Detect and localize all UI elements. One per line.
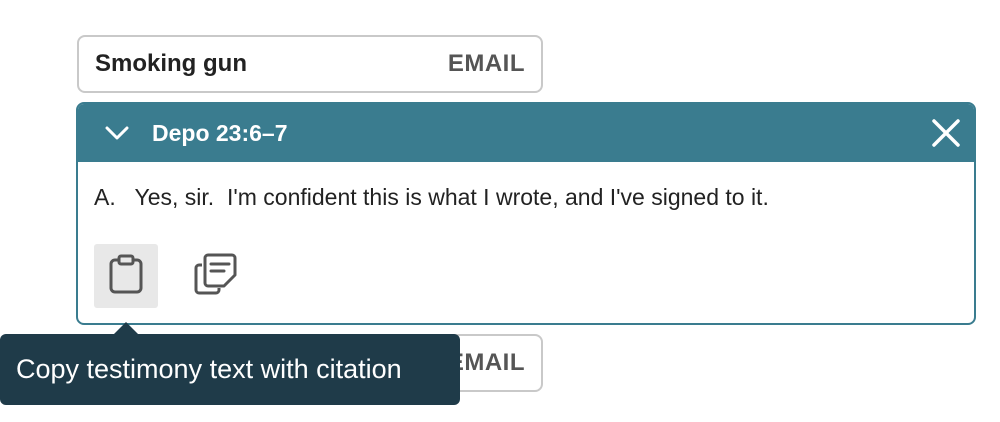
testimony-text: A. Yes, sir. I'm confident this is what … [94,184,769,210]
chevron-down-icon[interactable] [88,125,146,141]
testimony-actions [94,244,248,308]
copy-with-citation-button[interactable] [94,244,158,308]
testimony-panel-header[interactable]: Depo 23:6–7 [78,104,974,162]
copy-to-note-button[interactable] [184,244,248,308]
citation-title: Depo 23:6–7 [152,119,288,146]
tooltip: Copy testimony text with citation [0,334,460,405]
clip-chip-smoking-gun[interactable]: Smoking gun EMAIL [77,35,543,93]
close-icon[interactable] [926,113,966,153]
testimony-panel: Depo 23:6–7 A. Yes, sir. I'm confident t… [76,102,976,325]
email-button[interactable]: EMAIL [448,50,525,78]
copy-note-icon [194,253,238,300]
tooltip-text: Copy testimony text with citation [16,354,402,384]
clipboard-icon [108,254,144,299]
clip-chip-title: Smoking gun [95,50,247,77]
